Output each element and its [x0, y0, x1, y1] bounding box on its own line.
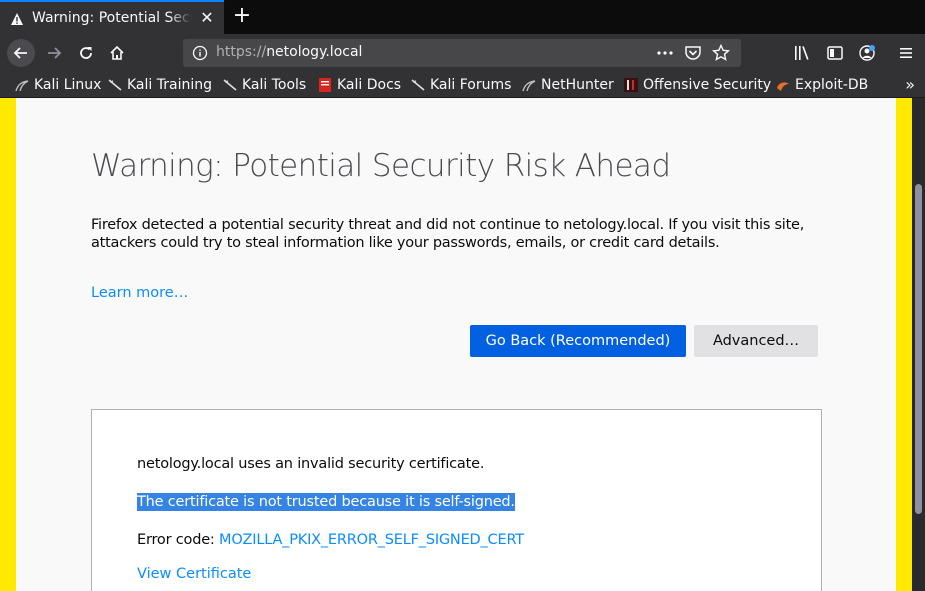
bookmark-kali-docs[interactable]: Kali Docs: [318, 75, 401, 95]
tab-strip: Warning: Potential Security Risk Ahead ✕…: [0, 0, 925, 34]
learn-more-link[interactable]: Learn more…: [91, 285, 188, 301]
forward-button[interactable]: [40, 39, 68, 67]
kali-icon: [108, 78, 122, 92]
navigation-toolbar: https://netology.local: [0, 34, 925, 72]
url-protocol: https://: [216, 44, 267, 60]
bookmark-label: Kali Linux: [34, 77, 102, 93]
nethunter-icon: [522, 78, 536, 92]
kali-icon: [411, 78, 425, 92]
view-certificate-link[interactable]: View Certificate: [137, 566, 251, 582]
scrollbar[interactable]: [912, 98, 925, 591]
bookmark-offensive-security[interactable]: Offensive Security: [624, 75, 771, 95]
library-icon[interactable]: [793, 44, 811, 66]
go-back-button[interactable]: Go Back (Recommended): [470, 325, 686, 357]
menu-icon[interactable]: [897, 44, 915, 66]
close-icon[interactable]: ✕: [200, 10, 214, 26]
bookmarks-toolbar: Kali Linux Kali Training Kali Tools Kali…: [0, 72, 925, 98]
more-icon[interactable]: [656, 44, 674, 62]
error-code-link[interactable]: MOZILLA_PKIX_ERROR_SELF_SIGNED_CERT: [219, 532, 524, 548]
bookmark-nethunter[interactable]: NetHunter: [522, 75, 614, 95]
kali-icon: [15, 78, 29, 92]
exploitdb-icon: [776, 78, 790, 92]
bookmark-label: Kali Forums: [430, 77, 512, 93]
home-icon: [110, 45, 124, 60]
bookmarks-overflow-button[interactable]: »: [905, 75, 915, 94]
warning-edge-left: [0, 98, 16, 591]
home-button[interactable]: [103, 39, 131, 67]
sidebar-icon[interactable]: [826, 44, 844, 66]
account-icon[interactable]: [858, 44, 876, 66]
bookmark-label: Offensive Security: [643, 77, 772, 93]
bookmark-star-icon[interactable]: [711, 43, 731, 62]
tab-active[interactable]: Warning: Potential Security Risk Ahead ✕: [0, 0, 224, 34]
page-content: Warning: Potential Security Risk Ahead F…: [0, 98, 925, 591]
bookmark-exploit-db[interactable]: Exploit-DB: [776, 75, 868, 95]
tab-title: Warning: Potential Security Risk Ahead: [32, 10, 192, 26]
bookmark-kali-linux[interactable]: Kali Linux: [15, 75, 101, 95]
reload-button[interactable]: [72, 39, 100, 67]
bookmark-label: Kali Tools: [242, 77, 307, 93]
kali-icon: [223, 78, 237, 92]
warning-edge-right: [896, 98, 912, 591]
site-info-icon[interactable]: [192, 45, 208, 65]
url-text[interactable]: https://netology.local: [216, 44, 362, 60]
error-description: Firefox detected a potential security th…: [91, 217, 805, 251]
error-code-line: Error code: MOZILLA_PKIX_ERROR_SELF_SIGN…: [137, 532, 524, 548]
offsec-icon: [624, 78, 638, 92]
bookmark-kali-training[interactable]: Kali Training: [108, 75, 212, 95]
url-bar[interactable]: https://netology.local: [183, 39, 741, 67]
advanced-button[interactable]: Advanced…: [694, 325, 818, 357]
bookmark-kali-forums[interactable]: Kali Forums: [411, 75, 511, 95]
bookmark-label: Kali Docs: [337, 77, 402, 93]
scrollbar-thumb[interactable]: [915, 184, 922, 514]
bookmark-label: Kali Training: [127, 77, 212, 93]
back-button[interactable]: [7, 39, 35, 67]
reload-icon: [80, 47, 92, 59]
error-code-label: Error code:: [137, 532, 220, 548]
warning-icon: [10, 11, 24, 25]
docs-icon: [318, 78, 332, 92]
pocket-icon[interactable]: [684, 44, 702, 62]
back-arrow-icon: [13, 47, 27, 59]
page-title: Warning: Potential Security Risk Ahead: [91, 148, 671, 184]
new-tab-button[interactable]: +: [230, 4, 254, 28]
self-signed-text: The certificate is not trusted because i…: [137, 493, 515, 511]
url-host: netology.local: [266, 44, 363, 60]
bookmark-label: Exploit-DB: [795, 77, 869, 93]
invalid-cert-text: netology.local uses an invalid security …: [137, 456, 485, 472]
bookmark-kali-tools[interactable]: Kali Tools: [223, 75, 306, 95]
bookmark-label: NetHunter: [541, 77, 614, 93]
forward-arrow-icon: [48, 47, 62, 59]
advanced-panel: netology.local uses an invalid security …: [91, 409, 822, 591]
